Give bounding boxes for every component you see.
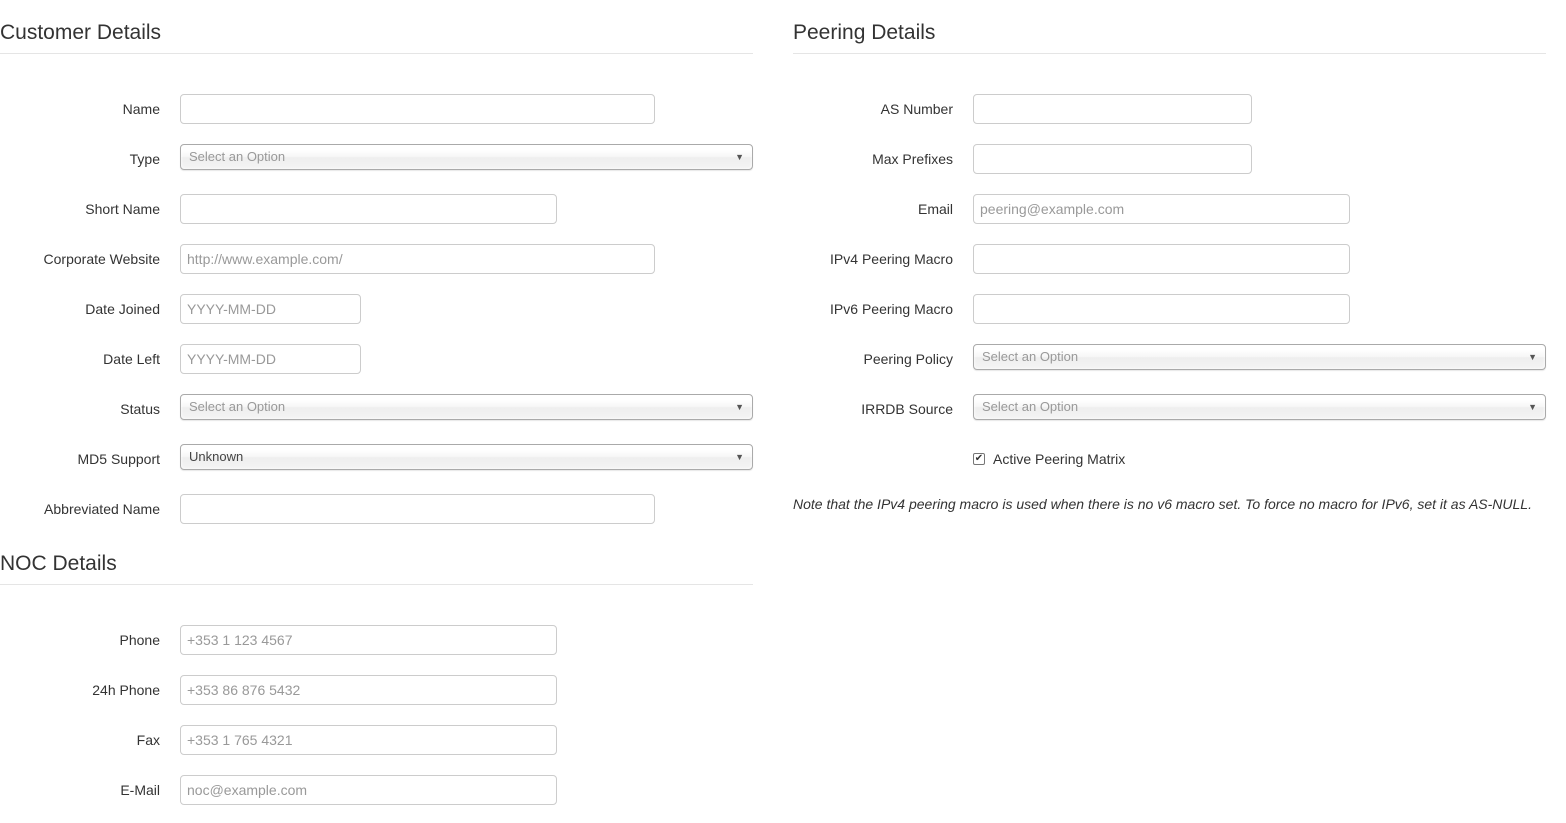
- chevron-down-icon: ▼: [735, 402, 744, 412]
- ipv6-macro-row: IPv6 Peering Macro: [793, 294, 1546, 324]
- type-select[interactable]: Select an Option ▼: [180, 144, 753, 170]
- peering-policy-value: Select an Option: [982, 349, 1079, 364]
- noc-email-row: E-Mail: [0, 775, 753, 805]
- max-prefixes-label: Max Prefixes: [872, 151, 953, 167]
- peering-email-input[interactable]: [973, 194, 1350, 224]
- date-left-label: Date Left: [103, 351, 160, 367]
- peering-details-title: Peering Details: [793, 21, 936, 44]
- md5-support-select[interactable]: Unknown ▼: [180, 444, 753, 470]
- name-label: Name: [122, 101, 160, 117]
- noc-details-title: NOC Details: [0, 552, 117, 575]
- website-input[interactable]: [180, 244, 655, 274]
- date-joined-input[interactable]: [180, 294, 361, 324]
- as-number-input[interactable]: [973, 94, 1252, 124]
- abbreviated-name-label: Abbreviated Name: [44, 501, 160, 517]
- website-label: Corporate Website: [43, 251, 160, 267]
- noc-phone-input[interactable]: [180, 625, 557, 655]
- chevron-down-icon: ▼: [1528, 402, 1537, 412]
- noc-24h-phone-label: 24h Phone: [92, 682, 160, 698]
- max-prefixes-input[interactable]: [973, 144, 1252, 174]
- as-number-row: AS Number: [793, 94, 1546, 124]
- peering-policy-row: Peering Policy Select an Option ▼: [793, 344, 1546, 374]
- noc-24h-phone-input[interactable]: [180, 675, 557, 705]
- date-left-input[interactable]: [180, 344, 361, 374]
- noc-fax-row: Fax: [0, 725, 753, 755]
- noc-email-input[interactable]: [180, 775, 557, 805]
- abbreviated-name-row: Abbreviated Name: [0, 494, 753, 524]
- peering-policy-label: Peering Policy: [863, 351, 954, 367]
- noc-details-divider: [0, 584, 753, 585]
- ipv6-macro-label: IPv6 Peering Macro: [830, 301, 953, 317]
- status-row: Status Select an Option ▼: [0, 394, 753, 424]
- status-select[interactable]: Select an Option ▼: [180, 394, 753, 420]
- noc-fax-input[interactable]: [180, 725, 557, 755]
- abbreviated-name-input[interactable]: [180, 494, 655, 524]
- chevron-down-icon: ▼: [735, 452, 744, 462]
- short-name-row: Short Name: [0, 194, 753, 224]
- irrdb-source-select[interactable]: Select an Option ▼: [973, 394, 1546, 420]
- peering-details-divider: [793, 53, 1546, 54]
- noc-fax-label: Fax: [136, 732, 160, 748]
- chevron-down-icon: ▼: [1528, 352, 1537, 362]
- peering-policy-select[interactable]: Select an Option ▼: [973, 344, 1546, 370]
- peering-email-label: Email: [917, 201, 953, 217]
- noc-phone-label: Phone: [119, 632, 160, 648]
- ipv4-macro-label: IPv4 Peering Macro: [830, 251, 953, 267]
- ipv4-macro-row: IPv4 Peering Macro: [793, 244, 1546, 274]
- irrdb-source-value: Select an Option: [982, 399, 1079, 414]
- noc-email-label: E-Mail: [120, 782, 160, 798]
- md5-support-label: MD5 Support: [77, 451, 160, 467]
- short-name-label: Short Name: [85, 201, 160, 217]
- name-row: Name: [0, 94, 753, 124]
- short-name-input[interactable]: [180, 194, 557, 224]
- type-select-value: Select an Option: [189, 149, 286, 164]
- customer-details-title: Customer Details: [0, 21, 162, 44]
- active-peering-matrix-label[interactable]: Active Peering Matrix: [993, 450, 1125, 468]
- chevron-down-icon: ▼: [735, 152, 744, 162]
- md5-support-row: MD5 Support Unknown ▼: [0, 444, 753, 474]
- noc-phone-row: Phone: [0, 625, 753, 655]
- as-number-label: AS Number: [880, 101, 953, 117]
- customer-details-divider: [0, 53, 753, 54]
- noc-24h-phone-row: 24h Phone: [0, 675, 753, 705]
- md5-support-value: Unknown: [189, 449, 244, 464]
- type-row: Type Select an Option ▼: [0, 144, 753, 174]
- date-joined-row: Date Joined: [0, 294, 753, 324]
- peering-email-row: Email: [793, 194, 1546, 224]
- name-input[interactable]: [180, 94, 655, 124]
- status-label: Status: [120, 401, 160, 417]
- ipv6-macro-input[interactable]: [973, 294, 1350, 324]
- website-row: Corporate Website: [0, 244, 753, 274]
- status-select-value: Select an Option: [189, 399, 286, 414]
- irrdb-source-row: IRRDB Source Select an Option ▼: [793, 394, 1546, 424]
- date-left-row: Date Left: [0, 344, 753, 374]
- max-prefixes-row: Max Prefixes: [793, 144, 1546, 174]
- active-peering-matrix-checkbox[interactable]: ✔: [973, 453, 985, 465]
- type-label: Type: [129, 151, 160, 167]
- ipv4-macro-input[interactable]: [973, 244, 1350, 274]
- checkmark-icon: ✔: [974, 453, 984, 464]
- irrdb-source-label: IRRDB Source: [861, 401, 953, 417]
- peering-macro-note: Note that the IPv4 peering macro is used…: [793, 496, 1532, 512]
- date-joined-label: Date Joined: [85, 301, 160, 317]
